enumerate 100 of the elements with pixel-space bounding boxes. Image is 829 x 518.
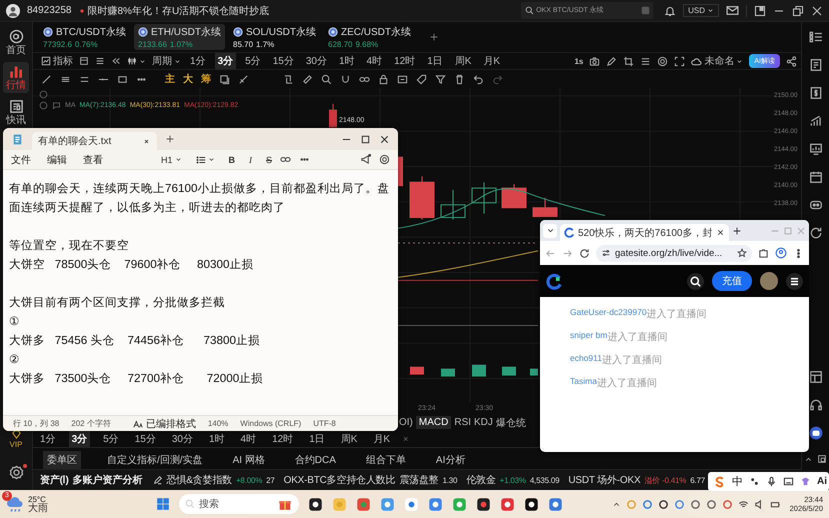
- ticker-name: 伦敦金: [466, 474, 496, 487]
- temperature-text: 25°C: [28, 494, 46, 504]
- ticker-change: +8.00%: [236, 476, 262, 484]
- interval-tab[interactable]: 1时: [206, 431, 228, 447]
- deposit-button[interactable]: 充值: [712, 271, 752, 291]
- ticker-tag: 震荡盘整: [399, 473, 438, 487]
- encoding: UTF-8: [313, 419, 336, 428]
- interval-tab[interactable]: 月K: [480, 53, 504, 69]
- ticker-name: USDT 场外-OKX: [568, 474, 640, 487]
- menu-item[interactable]: 文件: [11, 152, 31, 166]
- interval-tab[interactable]: 1分: [187, 53, 209, 69]
- ticker-name: 恐惧&贪婪指数: [166, 474, 232, 487]
- heading-dropdown[interactable]: H1: [160, 154, 182, 164]
- text-line: 大饼目前有两个区间支撑，分批做多拦截: [9, 295, 226, 311]
- text-line: 等位置空，现在不要空: [9, 238, 130, 254]
- interval-tab[interactable]: 12时: [391, 53, 418, 69]
- text-line: 大饼多 73500头仓 72700补仓 72000止损: [9, 371, 264, 387]
- price-text: 77392.6: [43, 40, 72, 49]
- taskbar-search-field[interactable]: 搜索: [179, 494, 299, 514]
- interval-tab[interactable]: 4时: [238, 431, 260, 447]
- interval-tab[interactable]: 3分: [214, 53, 236, 69]
- promo-link[interactable]: 限时赚8%年化！存U活期不锁仓随时抄底: [88, 4, 270, 18]
- interval-tab[interactable]: 1时: [336, 53, 358, 69]
- panel-tab[interactable]: 组合下单: [362, 451, 410, 469]
- nav-item[interactable]: 行情: [3, 62, 29, 93]
- interval-tab[interactable]: 1日: [424, 53, 446, 69]
- tab-title: 520快乐，两天的76100多，封: [578, 226, 712, 240]
- text-line: ①: [9, 314, 21, 330]
- pair-name: ETH/USDT永续: [151, 26, 221, 39]
- indicator-tab[interactable]: MACD: [416, 416, 452, 429]
- change-text: 0.76%: [74, 40, 98, 49]
- input-mode-toggle[interactable]: 中: [732, 474, 743, 489]
- indicator-tab[interactable]: 爆仓统: [496, 414, 526, 430]
- change-text: 1.7%: [256, 40, 274, 49]
- cursor-position: 行 10，列 38: [13, 418, 60, 429]
- change-text: 1.07%: [170, 40, 193, 49]
- account-analysis-button[interactable]: 多账户资产分析: [72, 473, 143, 487]
- text-line: ②: [9, 352, 21, 368]
- indicator-button[interactable]: 指标: [41, 54, 73, 68]
- period-dropdown[interactable]: 周期: [152, 54, 181, 68]
- market-tab[interactable]: ETH/USDT永续 2133.66 1.07%: [134, 24, 225, 50]
- browser-tab[interactable]: 520快乐，两天的76100多，封: [560, 224, 728, 241]
- ticker-value: 4,535.09: [530, 476, 560, 484]
- refresh-rate-button[interactable]: 1s: [574, 56, 584, 66]
- file-name: 有单的聊会天.txt: [38, 134, 112, 148]
- file-tab[interactable]: 有单的聊会天.txt: [32, 132, 157, 150]
- interval-tab[interactable]: 12时: [269, 431, 296, 447]
- layout-dropdown[interactable]: 未命名: [691, 54, 744, 68]
- address-bar[interactable]: gatesite.org/zh/live/vide...: [596, 244, 752, 262]
- interval-tab[interactable]: 月K: [370, 431, 394, 447]
- format-button[interactable]: I: [249, 154, 252, 164]
- market-tab[interactable]: BTC/USDT永续 77392.6 0.76%: [39, 24, 130, 50]
- panel-tab[interactable]: 委单区: [43, 451, 81, 469]
- format-button[interactable]: B: [228, 154, 235, 164]
- message-text: 进入了直播间: [607, 330, 668, 344]
- menu-item[interactable]: 查看: [83, 152, 103, 166]
- indicator-tab[interactable]: OI): [399, 416, 413, 429]
- assets-label: 资产(Ⅰ): [40, 474, 69, 487]
- interval-tab[interactable]: 1日: [306, 431, 328, 447]
- panel-tab[interactable]: 自定义指标/回测/实盘: [103, 451, 207, 469]
- format-button[interactable]: S: [266, 154, 272, 164]
- indicator-tab[interactable]: KDJ: [474, 416, 493, 429]
- ticker-value: 1.30: [442, 476, 458, 484]
- nav-item[interactable]: 首页: [3, 27, 29, 58]
- menu-item[interactable]: 编辑: [47, 152, 67, 166]
- indicator-tab[interactable]: RSI: [454, 416, 472, 429]
- format-status: 已编排格式: [146, 418, 196, 430]
- market-tab[interactable]: ZEC/USDT永续 628.70 9.68%: [324, 24, 416, 50]
- interval-tab[interactable]: 5分: [100, 431, 122, 447]
- panel-tab[interactable]: AI 网格: [228, 451, 269, 469]
- ticker-name: OKX-BTC多空持仓人数比: [284, 474, 396, 487]
- text-line: 大饼空 78500头仓 79600补仓 80300止损: [9, 257, 254, 273]
- panel-tab[interactable]: AI分析: [432, 451, 470, 469]
- interval-tab[interactable]: 30分: [302, 53, 330, 69]
- ai-assistant-button[interactable]: Ai: [817, 476, 827, 487]
- interval-tab[interactable]: 周K: [338, 431, 360, 447]
- price-text: 85.70: [233, 40, 254, 49]
- chart-mode-button[interactable]: 大: [183, 72, 193, 86]
- message-text: 进入了直播间: [602, 354, 662, 367]
- interval-tab[interactable]: 15分: [132, 431, 159, 447]
- character-count: 202 个字符: [71, 418, 111, 429]
- url-text: gatesite.org/zh/live/vide...: [615, 248, 724, 258]
- interval-tab[interactable]: 3分: [68, 431, 90, 447]
- interval-tab[interactable]: 4时: [364, 53, 386, 69]
- market-tab[interactable]: SOL/USDT永续 85.70 1.7%: [229, 24, 320, 50]
- interval-tab[interactable]: 周K: [452, 53, 474, 69]
- currency-dropdown[interactable]: USD: [683, 4, 719, 17]
- interval-tab[interactable]: 1分: [37, 431, 59, 447]
- chart-mode-button[interactable]: 筹: [201, 72, 211, 86]
- close-button[interactable]: ×: [403, 434, 408, 444]
- message-text: 进入了直播间: [596, 376, 657, 390]
- ticker-change: +1.03%: [500, 476, 526, 484]
- panel-tab[interactable]: 合约DCA: [290, 451, 340, 469]
- interval-tab[interactable]: 30分: [168, 431, 196, 447]
- interval-tab[interactable]: 5分: [242, 53, 264, 69]
- vip-link[interactable]: VIP: [10, 429, 22, 449]
- chart-mode-button[interactable]: 主: [165, 72, 175, 86]
- weather-condition: 大雨: [28, 504, 48, 514]
- interval-tab[interactable]: 15分: [270, 53, 297, 69]
- nav-item[interactable]: 快讯: [3, 97, 29, 128]
